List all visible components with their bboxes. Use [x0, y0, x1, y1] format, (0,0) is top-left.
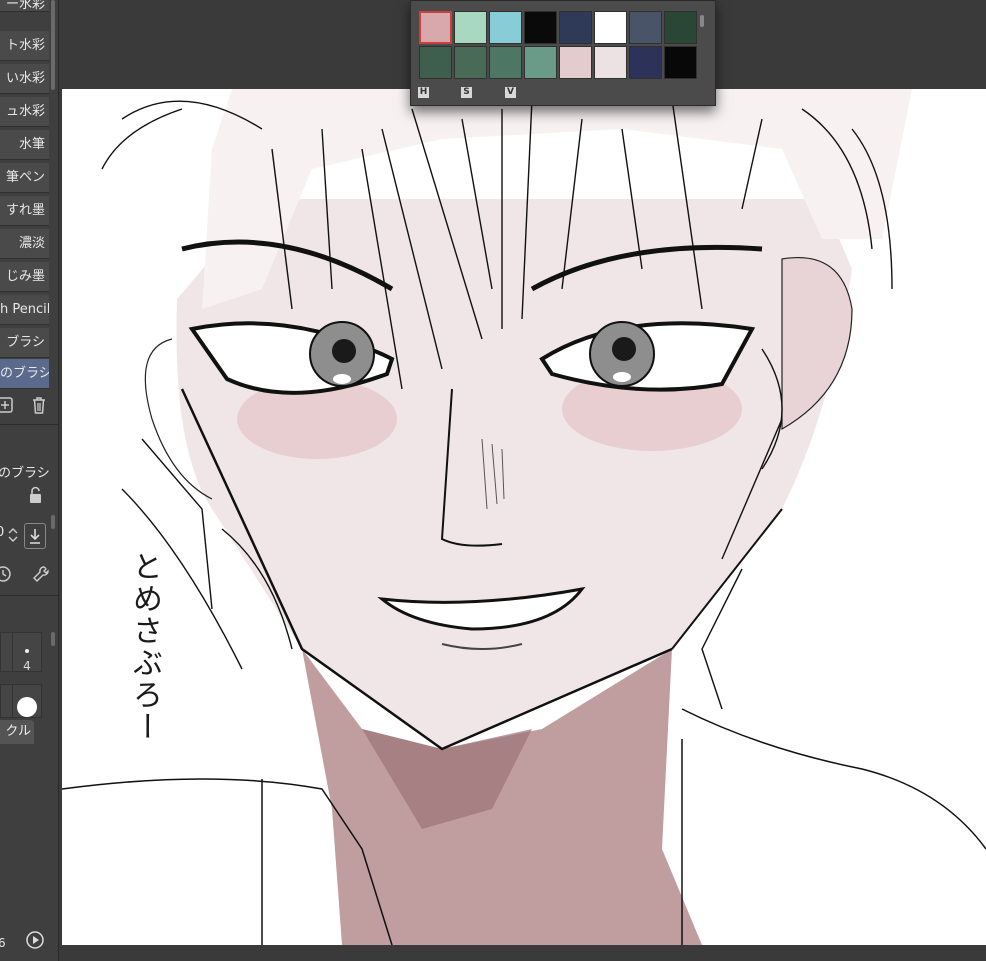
stepper-icon[interactable] [6, 524, 20, 546]
color-palette-panel: H S V [410, 0, 716, 106]
size-scrollbar[interactable] [51, 632, 55, 646]
size-dot [17, 697, 37, 717]
brush-item-4[interactable]: 水筆 [0, 130, 49, 160]
hsv-h-label[interactable]: H [418, 87, 429, 98]
hsv-v-label[interactable]: V [505, 87, 516, 98]
brush-item-2[interactable]: い水彩 [0, 64, 49, 94]
wrench-icon[interactable] [30, 563, 52, 585]
color-swatch-7[interactable] [664, 11, 697, 44]
color-swatch-1[interactable] [454, 11, 487, 44]
canvas-footer [62, 945, 986, 961]
brush-item-1[interactable]: ト水彩 [0, 31, 49, 61]
brush-item-0[interactable]: ー水彩 [0, 0, 49, 12]
play-icon[interactable] [24, 929, 46, 951]
brush-item-6[interactable]: すれ墨 [0, 196, 49, 226]
panel-divider [0, 595, 58, 596]
brush-item-8[interactable]: じみ墨 [0, 262, 49, 292]
add-layer-icon[interactable] [0, 394, 16, 416]
brush-item-3[interactable]: ュ水彩 [0, 97, 49, 127]
property-scrollbar[interactable] [51, 515, 55, 529]
brush-size-cell-large[interactable] [12, 684, 42, 718]
brush-item-9[interactable]: h Pencil [0, 295, 49, 325]
download-icon[interactable] [24, 523, 46, 549]
brush-size-label: 4 [23, 659, 31, 673]
color-swatch-0[interactable] [419, 11, 452, 44]
trash-icon[interactable] [28, 394, 50, 416]
brush-item-11[interactable]: のブラシ [0, 359, 49, 389]
color-swatch-15[interactable] [664, 46, 697, 79]
drawing-canvas[interactable]: とめさぶろー [62, 89, 986, 945]
brush-panel: ー水彩 ト水彩 い水彩 ュ水彩 水筆 筆ペン すれ墨 濃淡 じみ墨 h Penc… [0, 0, 59, 961]
color-swatch-3[interactable] [524, 11, 557, 44]
color-swatch-9[interactable] [454, 46, 487, 79]
lock-icon[interactable] [24, 484, 46, 506]
color-swatch-11[interactable] [524, 46, 557, 79]
color-swatch-5[interactable] [594, 11, 627, 44]
palette-scrollbar[interactable] [700, 15, 704, 27]
color-swatch-6[interactable] [629, 11, 662, 44]
color-swatch-13[interactable] [594, 46, 627, 79]
brush-item-10[interactable]: ブラシ [0, 328, 49, 358]
brush-size-cell-4[interactable]: 4 [12, 632, 42, 673]
brush-item-7[interactable]: 濃淡 [0, 229, 49, 259]
bottom-number: 6 [0, 936, 6, 950]
panel-divider [0, 424, 58, 425]
palette-header [411, 0, 701, 5]
color-swatch-12[interactable] [559, 46, 592, 79]
size-dot [25, 649, 29, 653]
tab-color-circle[interactable]: クル [0, 720, 34, 744]
brush-item-5[interactable]: 筆ペン [0, 163, 49, 193]
brush-list-scrollbar[interactable] [51, 0, 55, 90]
hsv-s-label[interactable]: S [461, 87, 472, 98]
signature-text: とめさぶろー [127, 551, 162, 743]
color-swatch-2[interactable] [489, 11, 522, 44]
color-swatch-4[interactable] [559, 11, 592, 44]
color-swatch-10[interactable] [489, 46, 522, 79]
history-icon[interactable] [0, 563, 14, 585]
color-swatch-8[interactable] [419, 46, 452, 79]
color-swatch-14[interactable] [629, 46, 662, 79]
current-brush-label: のブラシ [0, 466, 50, 481]
artwork [62, 89, 986, 945]
size-value[interactable]: 0 [0, 525, 4, 540]
